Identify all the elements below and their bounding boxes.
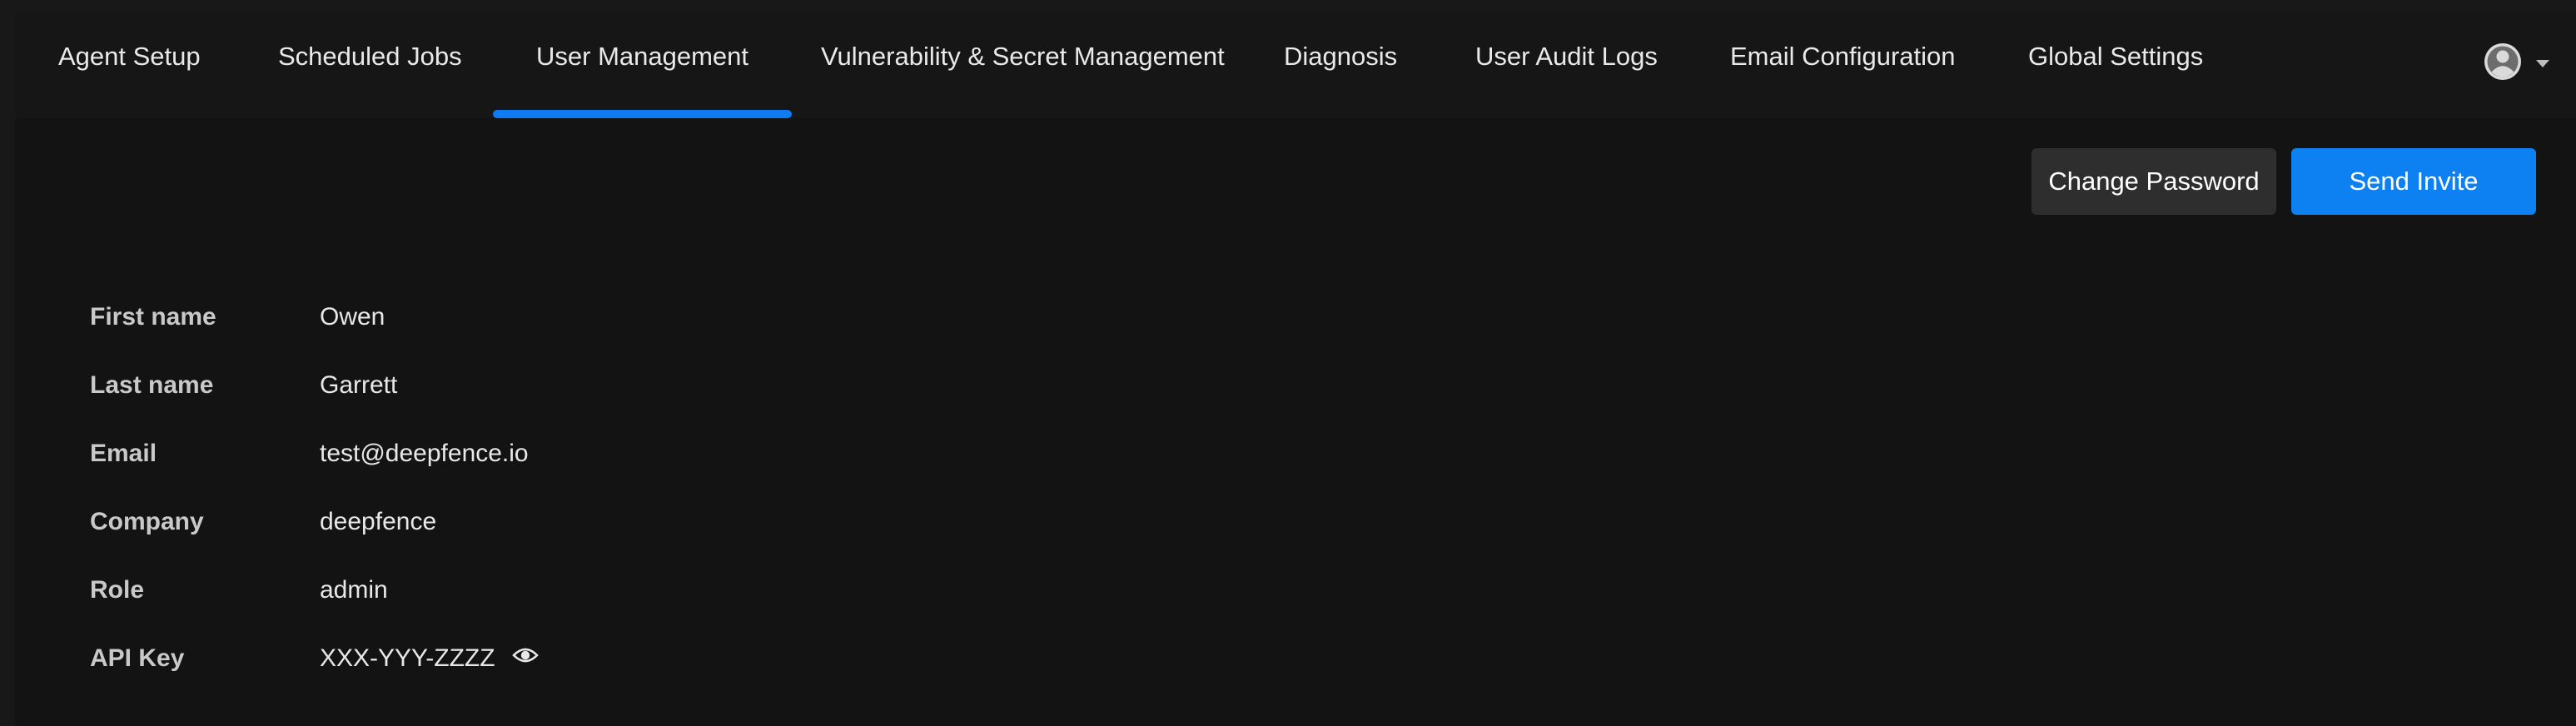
eye-icon bbox=[512, 648, 539, 663]
tab-email-configuration[interactable]: Email Configuration bbox=[1730, 13, 1956, 118]
profile-menu[interactable] bbox=[2483, 40, 2558, 83]
api-key-value: XXX-YYY-ZZZZ bbox=[320, 644, 495, 672]
last-name-label: Last name bbox=[90, 371, 214, 399]
show-api-key-toggle[interactable] bbox=[512, 643, 539, 671]
api-key-row: XXX-YYY-ZZZZ bbox=[320, 644, 539, 673]
company-label: Company bbox=[90, 508, 204, 535]
email-label: Email bbox=[90, 440, 157, 467]
user-avatar-icon bbox=[2484, 43, 2549, 80]
send-invite-button[interactable]: Send Invite bbox=[2291, 148, 2536, 215]
role-label: Role bbox=[90, 576, 145, 604]
first-name-label: First name bbox=[90, 303, 216, 331]
tab-diagnosis[interactable]: Diagnosis bbox=[1284, 13, 1397, 118]
app-window: Agent Setup Scheduled Jobs User Manageme… bbox=[15, 13, 2576, 726]
tab-vulnerability-secret-management[interactable]: Vulnerability & Secret Management bbox=[821, 13, 1225, 118]
email-value: test@deepfence.io bbox=[320, 440, 529, 467]
settings-tab-bar: Agent Setup Scheduled Jobs User Manageme… bbox=[15, 13, 2576, 118]
change-password-button[interactable]: Change Password bbox=[2031, 148, 2276, 215]
role-value: admin bbox=[320, 576, 388, 604]
last-name-value: Garrett bbox=[320, 371, 398, 399]
company-value: deepfence bbox=[320, 508, 437, 535]
tab-user-management[interactable]: User Management bbox=[492, 13, 793, 118]
first-name-value: Owen bbox=[320, 303, 385, 331]
caret-down-icon bbox=[2536, 60, 2549, 67]
tab-user-audit-logs[interactable]: User Audit Logs bbox=[1475, 13, 1658, 118]
tab-global-settings[interactable]: Global Settings bbox=[2028, 13, 2203, 118]
api-key-label: API Key bbox=[90, 644, 185, 672]
tab-agent-setup[interactable]: Agent Setup bbox=[58, 13, 201, 118]
tab-scheduled-jobs[interactable]: Scheduled Jobs bbox=[278, 13, 462, 118]
